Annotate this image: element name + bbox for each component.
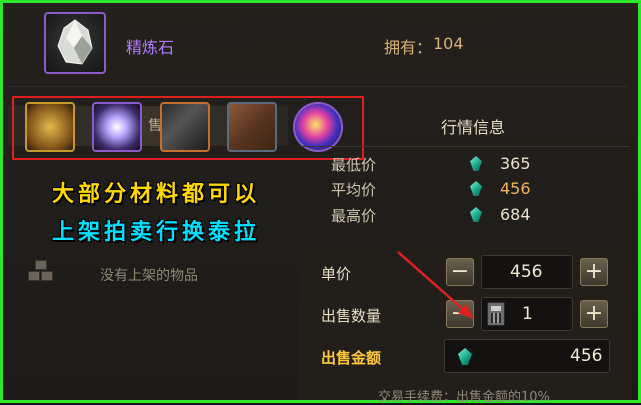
red-arrow-annotation (397, 251, 474, 319)
